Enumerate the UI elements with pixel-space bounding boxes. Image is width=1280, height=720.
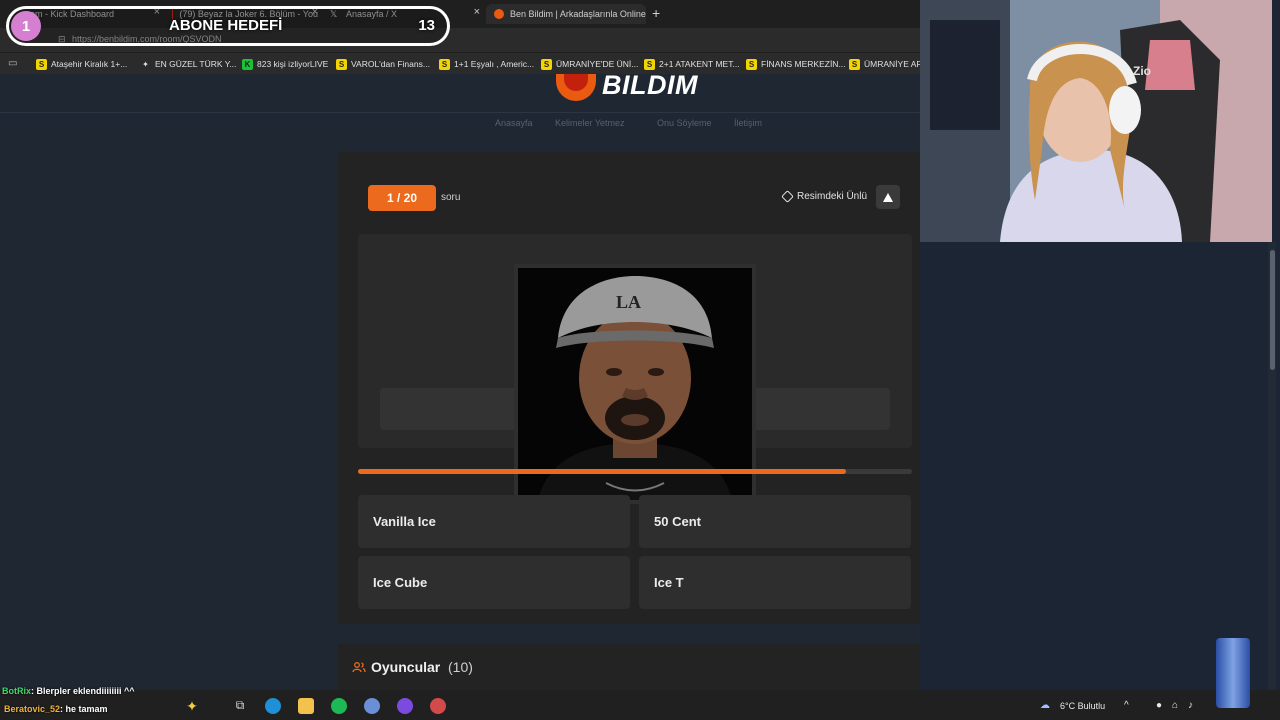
- bookmark-label: 2+1 ATAKENT MET...: [659, 59, 740, 69]
- chat-username: BotRix: [2, 686, 31, 696]
- file-explorer-icon[interactable]: [298, 698, 314, 714]
- answer-option-2[interactable]: 50 Cent: [639, 495, 911, 548]
- bookmark-item[interactable]: K 823 kişi izliyorLIVE: [242, 57, 328, 71]
- bookmark-icon: ✦: [142, 59, 149, 69]
- answer-option-4[interactable]: Ice T: [639, 556, 911, 609]
- webcam-image: Zio: [920, 0, 1272, 242]
- tag-icon: [781, 190, 794, 203]
- bookmark-item[interactable]: S ÜMRANİYE'DE ÜNİ...: [541, 57, 638, 71]
- close-icon[interactable]: ×: [474, 6, 480, 18]
- sahibinden-icon: S: [644, 58, 655, 70]
- sahibinden-icon: S: [746, 58, 757, 70]
- svg-text:LA: LA: [616, 292, 641, 312]
- sahibinden-icon: S: [541, 58, 552, 70]
- app-icon[interactable]: [364, 698, 380, 714]
- chat-message: : he tamam: [60, 704, 108, 714]
- question-counter-label: soru: [441, 192, 461, 203]
- bookmark-item[interactable]: S FİNANS MERKEZİN...: [746, 57, 846, 71]
- time-progress-fill: [358, 469, 846, 474]
- edge-icon[interactable]: [265, 698, 281, 714]
- app-icon[interactable]: [430, 698, 446, 714]
- question-card: 1 / 20 soru Resimdeki Ünlü LA Vanilla Ic…: [338, 152, 920, 624]
- bookmark-label: VAROL'dan Finans...: [351, 59, 430, 69]
- svg-text:Zio: Zio: [1133, 64, 1151, 78]
- logo-mark-icon: [556, 74, 596, 101]
- website-viewport: BILDIM Anasayfa Kelimeler Yetmez Onu Söy…: [0, 74, 920, 690]
- time-progress-bar: [358, 469, 912, 474]
- goal-title: ABONE HEDEFİ: [169, 17, 283, 34]
- weather-icon: ☁: [1040, 700, 1050, 711]
- task-view-icon[interactable]: ⧉: [232, 698, 248, 714]
- bookmark-label: EN GÜZEL TÜRK Y...: [155, 59, 237, 69]
- warning-icon: [883, 192, 893, 202]
- red-bull-can-overlay: [1216, 638, 1250, 708]
- sahibinden-icon: S: [36, 58, 47, 70]
- bookmark-item[interactable]: ✦ EN GÜZEL TÜRK Y...: [140, 57, 236, 71]
- network-icon[interactable]: ⌂: [1172, 700, 1178, 711]
- bookmark-label: 1+1 Eşyalı , Americ...: [454, 59, 535, 69]
- bookmarks-bar: ▭ S Ataşehir Kiralık 1+... ✦ EN GÜZEL TÜRK…: [0, 52, 929, 74]
- chat-line-2: Beratovic_52: he tamam: [4, 704, 108, 714]
- header-divider: [0, 112, 920, 113]
- answer-option-1[interactable]: Vanilla Ice: [358, 495, 630, 548]
- celebrity-portrait-image: LA: [518, 268, 752, 500]
- kick-icon: K: [242, 58, 253, 70]
- bookmark-label: 823 kişi izliyorLIVE: [257, 59, 329, 69]
- nav-link-onu-soyleme[interactable]: Onu Söyleme: [657, 118, 712, 128]
- new-tab-button[interactable]: +: [652, 5, 660, 21]
- tray-overflow-icon[interactable]: ^: [1124, 700, 1129, 711]
- goal-level-badge: 1: [11, 11, 41, 41]
- bookmark-item[interactable]: S ÜMRANİYE ARN: [849, 57, 929, 71]
- site-logo[interactable]: BILDIM: [556, 74, 698, 101]
- report-button[interactable]: [876, 185, 900, 209]
- benbildim-favicon: [494, 9, 504, 19]
- nav-link-home[interactable]: Anasayfa: [495, 118, 533, 128]
- bookmark-label: FİNANS MERKEZİN...: [761, 59, 846, 69]
- players-title: Oyuncular: [371, 659, 441, 675]
- bookmark-label: ÜMRANİYE'DE ÜNİ...: [556, 59, 639, 69]
- bookmark-label: ÜMRANİYE ARN: [864, 59, 929, 69]
- bookmark-item[interactable]: S Ataşehir Kiralık 1+...: [36, 57, 127, 71]
- chat-username: Beratovic_52: [4, 704, 61, 714]
- sahibinden-icon: S: [336, 58, 347, 70]
- spotify-icon[interactable]: [331, 698, 347, 714]
- logo-text: BILDIM: [602, 74, 698, 100]
- question-category: Resimdeki Ünlü: [781, 190, 868, 203]
- sahibinden-icon: S: [439, 58, 450, 70]
- users-icon: [352, 662, 366, 672]
- tab-title: Ben Bildim | Arkadaşlarınla Online: [510, 9, 646, 19]
- webcam-feed: Zio: [920, 0, 1272, 242]
- question-counter: 1 / 20: [368, 185, 436, 211]
- celebrity-photo: LA: [514, 264, 756, 504]
- chat-line-1: BotRix: Blerpler eklendiiiiiiii ^^: [2, 686, 135, 696]
- players-count: (10): [448, 659, 473, 675]
- subscriber-goal-overlay: 1 ABONE HEDEFİ 13: [6, 6, 450, 46]
- category-label: Resimdeki Ünlü: [797, 191, 868, 202]
- copilot-icon[interactable]: ✦: [184, 698, 200, 714]
- chat-message: : Blerpler eklendiiiiiiii ^^: [31, 686, 135, 696]
- bookmark-item[interactable]: S 2+1 ATAKENT MET...: [644, 57, 740, 71]
- weather-text[interactable]: 6°C Bulutlu: [1060, 701, 1105, 711]
- bookmark-item[interactable]: S 1+1 Eşyalı , Americ...: [439, 57, 534, 71]
- tab-ben-bildim[interactable]: Ben Bildim | Arkadaşlarınla Online: [486, 4, 646, 24]
- page-scrollbar-thumb[interactable]: [1270, 250, 1275, 370]
- answer-option-3[interactable]: Ice Cube: [358, 556, 630, 609]
- nav-link-kelimeler-yetmez[interactable]: Kelimeler Yetmez: [555, 118, 625, 128]
- volume-icon[interactable]: ♪: [1188, 700, 1193, 711]
- goal-target: 13: [418, 17, 435, 34]
- sahibinden-icon: S: [849, 58, 860, 70]
- bookmark-item[interactable]: S VAROL'dan Finans...: [336, 57, 430, 71]
- microphone-icon[interactable]: ●: [1156, 700, 1162, 711]
- players-panel: Oyuncular (10): [338, 644, 920, 690]
- nav-link-iletisim[interactable]: İletişim: [734, 118, 762, 128]
- bookmarks-menu-icon[interactable]: ▭: [8, 58, 17, 69]
- bookmark-label: Ataşehir Kiralık 1+...: [51, 59, 128, 69]
- obs-icon[interactable]: [397, 698, 413, 714]
